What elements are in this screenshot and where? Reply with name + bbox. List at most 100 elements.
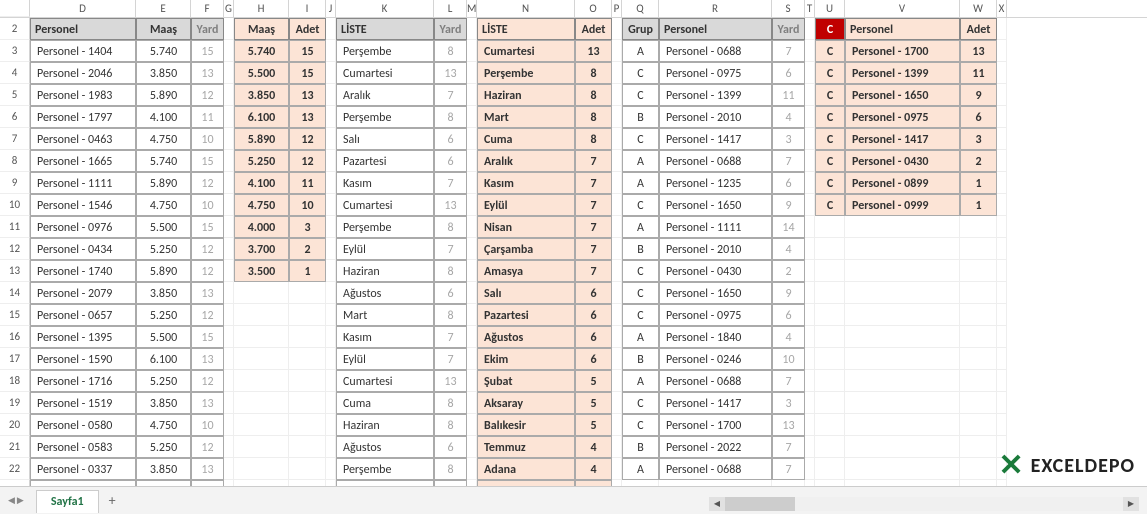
t4-adet[interactable]: 6 (575, 348, 612, 370)
row-header[interactable]: 12 (0, 238, 30, 260)
t4-liste[interactable]: Balıkesir (477, 414, 575, 436)
hdr-adet[interactable]: Adet (289, 18, 326, 40)
cell[interactable] (326, 348, 336, 370)
cell[interactable] (224, 326, 234, 348)
cell[interactable] (326, 172, 336, 194)
t6-c[interactable] (815, 458, 845, 480)
t5-grup[interactable]: A (622, 172, 659, 194)
t4-liste[interactable]: Eylül (477, 194, 575, 216)
t6-adet[interactable] (960, 414, 997, 436)
cell[interactable] (326, 304, 336, 326)
t6-adet[interactable] (960, 238, 997, 260)
t6-c[interactable] (815, 348, 845, 370)
t1-personel[interactable]: Personel - 1111 (30, 172, 136, 194)
t5-personel[interactable]: Personel - 1111 (659, 216, 772, 238)
t4-adet[interactable]: 7 (575, 216, 612, 238)
cell[interactable] (224, 348, 234, 370)
col-header-V[interactable]: V (845, 0, 960, 17)
cell[interactable] (997, 84, 1007, 106)
t5-personel[interactable]: Personel - 0688 (659, 150, 772, 172)
col-header-M[interactable]: M (467, 0, 477, 17)
col-header-L[interactable]: L (434, 0, 467, 17)
col-header-N[interactable]: N (477, 0, 575, 17)
cell[interactable] (997, 18, 1007, 40)
t3-liste[interactable]: Aralık (336, 84, 434, 106)
t6-adet[interactable]: 6 (960, 106, 997, 128)
cell[interactable] (805, 62, 815, 84)
t1-maas[interactable]: 5.250 (136, 304, 191, 326)
t5-grup[interactable]: A (622, 326, 659, 348)
t1-yard[interactable]: 12 (191, 304, 224, 326)
t6-c[interactable] (815, 370, 845, 392)
t3-liste[interactable]: Ağustos (336, 436, 434, 458)
t1-maas[interactable]: 3.850 (136, 458, 191, 480)
hdr-maas[interactable]: Maaş (136, 18, 191, 40)
t3-yard[interactable]: 7 (434, 84, 467, 106)
t1-yard[interactable]: 15 (191, 216, 224, 238)
t3-liste[interactable]: Perşembe (336, 216, 434, 238)
cell[interactable] (612, 458, 622, 480)
t1-maas[interactable]: 6.100 (136, 348, 191, 370)
cell[interactable] (612, 392, 622, 414)
cell[interactable] (326, 260, 336, 282)
t5-yard[interactable]: 13 (772, 414, 805, 436)
t2-maas[interactable]: 6.100 (234, 106, 289, 128)
cell[interactable] (467, 84, 477, 106)
t5-personel[interactable]: Personel - 0688 (659, 458, 772, 480)
t1-personel[interactable]: Personel - 0580 (30, 414, 136, 436)
cell[interactable] (224, 40, 234, 62)
t1-yard[interactable]: 12 (191, 172, 224, 194)
hdr-adet2[interactable]: Adet (575, 18, 612, 40)
t1-personel[interactable]: Personel - 1740 (30, 260, 136, 282)
t2-maas[interactable]: 5.500 (234, 62, 289, 84)
t4-liste[interactable]: Adana (477, 458, 575, 480)
t5-grup[interactable]: B (622, 106, 659, 128)
cell[interactable] (224, 392, 234, 414)
t6-adet[interactable]: 1 (960, 194, 997, 216)
t5-grup[interactable]: C (622, 84, 659, 106)
t2-maas[interactable]: 5.740 (234, 40, 289, 62)
cell[interactable] (467, 194, 477, 216)
t5-personel[interactable]: Personel - 1235 (659, 172, 772, 194)
t5-yard[interactable]: 3 (772, 128, 805, 150)
cell[interactable] (326, 106, 336, 128)
t1-maas[interactable]: 5.250 (136, 238, 191, 260)
t5-personel[interactable]: Personel - 1700 (659, 414, 772, 436)
col-header-R[interactable]: R (659, 0, 772, 17)
t6-c[interactable] (815, 326, 845, 348)
col-header-X[interactable]: X (997, 0, 1007, 17)
t5-yard[interactable]: 6 (772, 62, 805, 84)
row-header[interactable]: 5 (0, 84, 30, 106)
col-header-E[interactable]: E (136, 0, 191, 17)
t3-yard[interactable]: 8 (434, 414, 467, 436)
t6-c[interactable]: C (815, 194, 845, 216)
t4-liste[interactable]: Çarşamba (477, 238, 575, 260)
row-header[interactable]: 16 (0, 326, 30, 348)
t5-personel[interactable]: Personel - 1417 (659, 128, 772, 150)
t2-maas[interactable]: 4.000 (234, 216, 289, 238)
row-header[interactable]: 10 (0, 194, 30, 216)
t4-liste[interactable]: Nisan (477, 216, 575, 238)
t1-yard[interactable]: 10 (191, 414, 224, 436)
t1-yard[interactable]: 12 (191, 260, 224, 282)
t6-personel[interactable]: Personel - 1399 (845, 62, 960, 84)
t2-maas[interactable] (234, 436, 289, 458)
t4-adet[interactable]: 6 (575, 282, 612, 304)
cell[interactable] (612, 238, 622, 260)
t3-yard[interactable]: 8 (434, 106, 467, 128)
cell[interactable] (467, 392, 477, 414)
t1-maas[interactable]: 5.740 (136, 150, 191, 172)
t1-personel[interactable]: Personel - 1395 (30, 326, 136, 348)
t6-personel[interactable]: Personel - 1650 (845, 84, 960, 106)
t5-personel[interactable]: Personel - 0246 (659, 348, 772, 370)
cell[interactable] (805, 150, 815, 172)
t5-grup[interactable]: B (622, 436, 659, 458)
cell[interactable] (805, 18, 815, 40)
t6-c[interactable]: C (815, 40, 845, 62)
t6-personel[interactable]: Personel - 1700 (845, 40, 960, 62)
t1-yard[interactable]: 13 (191, 458, 224, 480)
cell[interactable] (326, 194, 336, 216)
t1-maas[interactable]: 4.100 (136, 106, 191, 128)
t2-adet[interactable]: 2 (289, 238, 326, 260)
cell[interactable] (224, 414, 234, 436)
